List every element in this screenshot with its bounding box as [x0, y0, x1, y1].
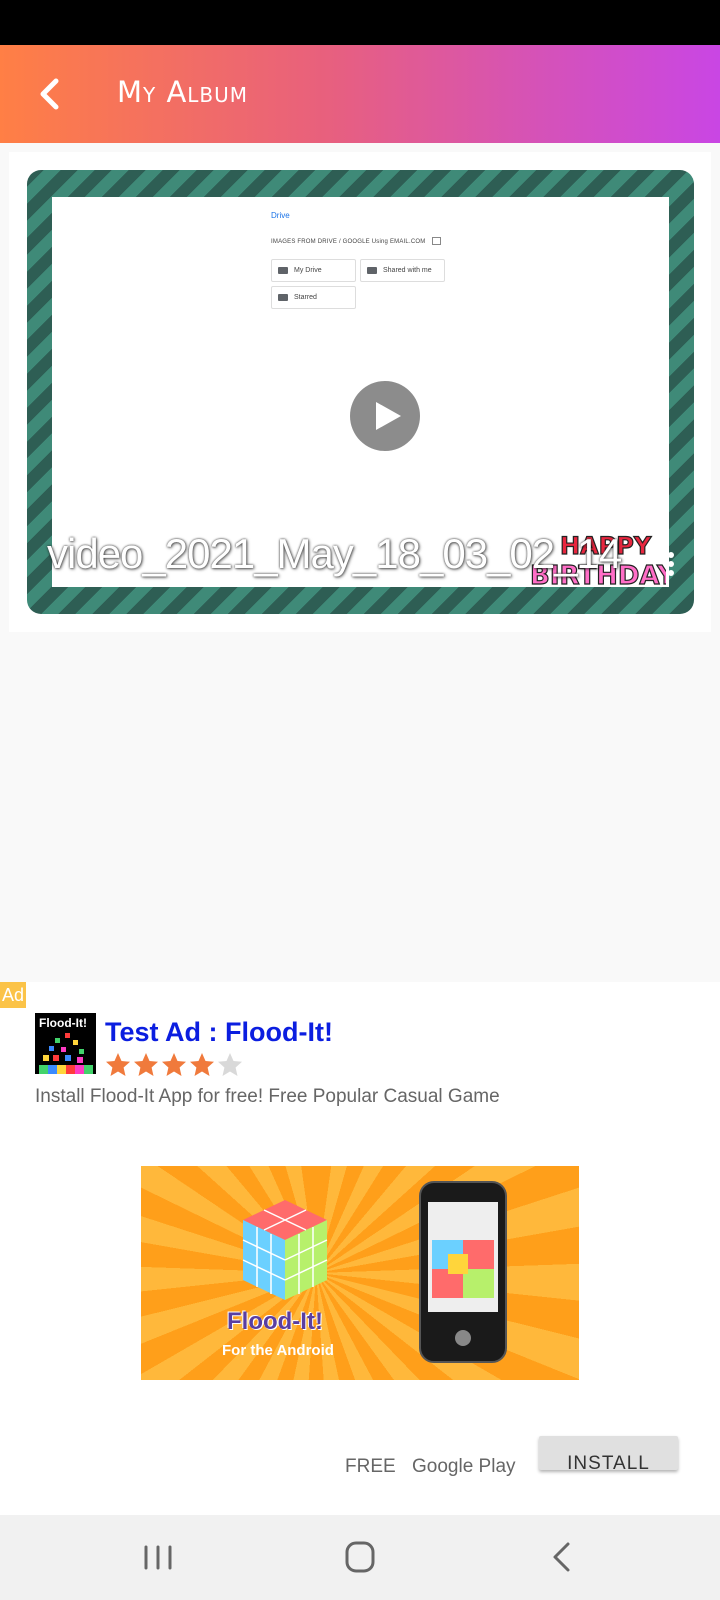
folder-label: Starred [294, 294, 317, 301]
folder-tile: Starred [271, 286, 356, 309]
star-filled-icon [190, 1053, 214, 1076]
ad-description: Install Flood-It App for free! Free Popu… [35, 1086, 500, 1107]
pixel-mosaic-icon [39, 1033, 93, 1074]
recents-icon [144, 1545, 172, 1570]
install-label: INSTALL [567, 1453, 650, 1470]
more-options-icon[interactable] [666, 552, 676, 580]
banner-title: Flood-It! [227, 1308, 323, 1335]
system-back-button[interactable] [537, 1535, 587, 1580]
folder-label: My Drive [294, 267, 322, 274]
ad-title[interactable]: Test Ad : Flood-It! [105, 1017, 333, 1048]
back-icon [553, 1542, 570, 1572]
page-title: My Album [117, 75, 249, 109]
folder-icon [278, 294, 288, 301]
recent-apps-button[interactable] [133, 1535, 183, 1580]
banner-subtitle: For the Android [222, 1342, 334, 1359]
chevron-left-icon [40, 78, 59, 110]
app-bar: My Album [0, 45, 720, 143]
folder-tile: Shared with me [360, 259, 445, 282]
phone-illustration [419, 1181, 507, 1363]
star-filled-icon [106, 1053, 130, 1076]
play-icon [376, 402, 401, 430]
home-icon [345, 1541, 375, 1573]
star-empty-icon [218, 1053, 242, 1076]
video-file-name: video_2021_May_18_03_02_14 [47, 530, 622, 577]
star-filled-icon [134, 1053, 158, 1076]
folder-icon [367, 267, 377, 274]
status-bar [0, 0, 720, 45]
ad-panel[interactable]: Ad Flood-It! Test Ad : Flood-It! Install… [0, 982, 720, 1515]
folder-icon [278, 267, 288, 274]
ad-rating [105, 1052, 243, 1078]
cube-icon [242, 1200, 328, 1300]
ad-badge: Ad [0, 982, 26, 1008]
grid-view-icon [432, 237, 441, 245]
navigation-bar [0, 1515, 720, 1600]
folder-label: Shared with me [383, 267, 432, 274]
video-thumbnail: Drive IMAGES FROM DRIVE / GOOGLE Using E… [52, 197, 669, 587]
star-filled-icon [162, 1053, 186, 1076]
home-button[interactable] [335, 1535, 385, 1580]
ad-app-icon[interactable]: Flood-It! [35, 1013, 96, 1074]
ad-price: FREE [345, 1456, 396, 1477]
install-button[interactable]: INSTALL [539, 1436, 678, 1470]
ad-banner-image[interactable]: Flood-It! For the Android [141, 1166, 579, 1380]
ad-store: Google Play [412, 1456, 516, 1477]
back-button[interactable] [26, 69, 76, 119]
drive-title: Drive [271, 211, 290, 220]
drive-path: IMAGES FROM DRIVE / GOOGLE Using EMAIL.C… [271, 239, 426, 245]
folder-tile: My Drive [271, 259, 356, 282]
play-button[interactable] [350, 381, 420, 451]
